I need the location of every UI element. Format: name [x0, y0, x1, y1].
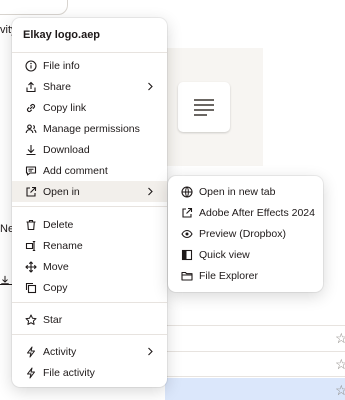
folder-icon — [180, 269, 193, 282]
menu-divider — [12, 302, 167, 303]
file-context-menu: Elkay logo.aep File info Share Copy link… — [12, 18, 167, 387]
quick-view-icon — [180, 248, 193, 261]
submenu-item-label: Quick view — [199, 248, 250, 261]
trash-icon — [24, 218, 37, 231]
submenu-item-label: Preview (Dropbox) — [199, 227, 286, 240]
menu-item-label: Copy — [43, 281, 68, 294]
menu-item-delete[interactable]: Delete — [12, 214, 167, 235]
menu-item-label: Delete — [43, 218, 74, 231]
menu-item-move[interactable]: Move — [12, 256, 167, 277]
menu-item-activity[interactable]: Activity — [12, 341, 167, 362]
document-thumbnail — [178, 82, 230, 132]
move-icon — [24, 260, 37, 273]
menu-item-label: Share — [43, 80, 72, 93]
download-icon[interactable] — [0, 272, 10, 285]
submenu-item-label: Open in new tab — [199, 185, 276, 198]
menu-divider — [12, 334, 167, 335]
row-divider — [165, 325, 345, 326]
menu-item-label: Manage permissions — [43, 122, 140, 135]
menu-item-label: Activity — [43, 345, 77, 358]
submenu-item-label: File Explorer — [199, 269, 258, 282]
menu-divider — [12, 206, 167, 207]
menu-item-file-activity[interactable]: File activity — [12, 362, 167, 383]
submenu-item-preview-dropbox[interactable]: Preview (Dropbox) — [168, 223, 323, 244]
star-icon[interactable]: ☆ — [335, 330, 345, 347]
selected-row[interactable] — [165, 378, 345, 400]
row-divider — [165, 376, 345, 377]
menu-item-add-comment[interactable]: Add comment — [12, 160, 167, 181]
open-in-submenu: Open in new tab Adobe After Effects 2024… — [168, 176, 323, 292]
chevron-right-icon — [148, 347, 153, 356]
menu-item-label: Open in — [43, 185, 80, 198]
menu-item-label: Add comment — [43, 164, 108, 177]
submenu-item-quick-view[interactable]: Quick view — [168, 244, 323, 265]
chevron-right-icon — [148, 187, 153, 196]
chevron-right-icon — [148, 82, 153, 91]
share-icon — [24, 80, 37, 93]
menu-item-copy[interactable]: Copy — [12, 277, 167, 298]
menu-item-label: Copy link — [43, 101, 87, 114]
globe-icon — [180, 185, 193, 198]
menu-divider — [12, 52, 167, 53]
menu-item-rename[interactable]: Rename — [12, 235, 167, 256]
download-icon — [24, 143, 37, 156]
menu-item-manage-permissions[interactable]: Manage permissions — [12, 118, 167, 139]
menu-item-label: Star — [43, 313, 63, 326]
star-icon — [24, 313, 37, 326]
menu-item-star[interactable]: Star — [12, 309, 167, 330]
background-card — [0, 0, 68, 15]
submenu-item-after-effects[interactable]: Adobe After Effects 2024 — [168, 202, 323, 223]
menu-item-label: Move — [43, 260, 69, 273]
link-icon — [24, 101, 37, 114]
menu-item-label: File info — [43, 59, 80, 72]
eye-icon — [180, 227, 193, 240]
copy-icon — [24, 281, 37, 294]
file-activity-icon — [24, 366, 37, 379]
menu-item-file-info[interactable]: File info — [12, 55, 167, 76]
menu-item-open-in[interactable]: Open in — [12, 181, 167, 202]
menu-item-label: Rename — [43, 239, 83, 252]
submenu-item-file-explorer[interactable]: File Explorer — [168, 265, 323, 286]
menu-item-download[interactable]: Download — [12, 139, 167, 160]
activity-icon — [24, 345, 37, 358]
star-icon[interactable]: ☆ — [335, 356, 345, 373]
menu-item-label: Download — [43, 143, 90, 156]
row-divider — [165, 351, 345, 352]
open-external-icon — [24, 185, 37, 198]
info-icon — [24, 59, 37, 72]
open-external-icon — [180, 206, 193, 219]
star-icon[interactable]: ☆ — [335, 382, 345, 399]
rename-icon — [24, 239, 37, 252]
menu-item-share[interactable]: Share — [12, 76, 167, 97]
menu-item-copy-link[interactable]: Copy link — [12, 97, 167, 118]
menu-title: Elkay logo.aep — [23, 29, 101, 41]
submenu-item-label: Adobe After Effects 2024 — [199, 206, 315, 219]
people-icon — [24, 122, 37, 135]
comment-icon — [24, 164, 37, 177]
menu-item-label: File activity — [43, 366, 95, 379]
submenu-item-open-new-tab[interactable]: Open in new tab — [168, 181, 323, 202]
